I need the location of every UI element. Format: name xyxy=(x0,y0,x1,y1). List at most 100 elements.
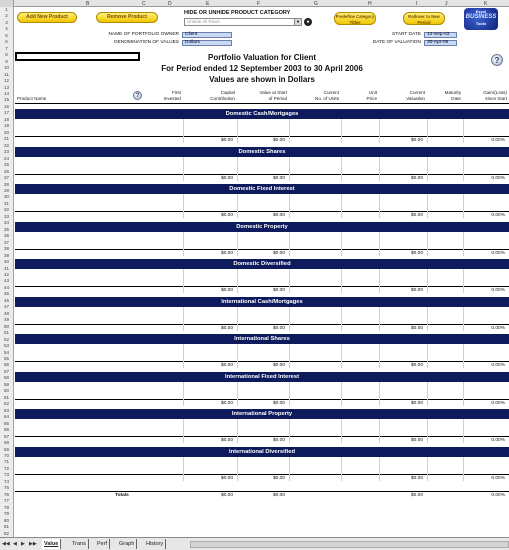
column-gridline xyxy=(289,269,290,293)
subtotal-gain: 0.00% xyxy=(491,475,505,481)
section-header: Domestic Cash/Mortgages xyxy=(15,109,509,119)
category-select[interactable]: Unhide All Rows ▼ xyxy=(184,18,302,26)
subtotal-capital: $0.00 xyxy=(220,475,233,481)
subtotal-start: $0.00 xyxy=(272,138,285,143)
subtotal-capital: $0.00 xyxy=(220,175,233,181)
chevron-down-icon[interactable]: ▼ xyxy=(294,19,301,25)
column-gridline xyxy=(183,344,184,368)
header-valuation-l2: Valuation xyxy=(406,95,425,101)
subtotal-start: $0.00 xyxy=(272,363,285,368)
horizontal-scrollbar[interactable] xyxy=(190,541,509,548)
column-gridline xyxy=(427,419,428,443)
first-sheet-icon[interactable]: ◀◀ xyxy=(2,541,10,547)
owner-label: NAME OF PORTFOLIO OWNER xyxy=(108,32,179,37)
next-sheet-icon[interactable]: ▶ xyxy=(21,541,25,547)
logo-line-3: Tools xyxy=(475,21,487,26)
logo-line-2: BUSINESS xyxy=(465,14,497,20)
section-header: International Cash/Mortgages xyxy=(15,296,509,307)
subtotal-gain: 0.00% xyxy=(491,400,505,406)
column-gridline xyxy=(237,119,238,143)
tab-perf[interactable]: Perf xyxy=(95,539,111,549)
section-header: International Shares xyxy=(15,334,509,344)
column-gridline xyxy=(237,269,238,293)
column-gridline xyxy=(289,306,290,331)
help-icon[interactable]: ? xyxy=(133,91,142,100)
valuation-date-label: DATE OF VALUATION xyxy=(372,40,421,45)
subtotal-gain: 0.00% xyxy=(491,325,505,331)
predefine-category-titles-button[interactable]: Predefine Category Titles xyxy=(334,12,376,25)
subtotal-start: $0.00 xyxy=(272,175,285,181)
subtotal-gain: 0.00% xyxy=(491,438,505,443)
column-gridline xyxy=(237,194,238,218)
column-gridline xyxy=(237,231,238,256)
valuation-date-input[interactable]: 30-Apr-06 xyxy=(424,40,457,46)
header-current-valuation: Current Valuation xyxy=(379,90,425,101)
column-gridline xyxy=(183,269,184,293)
remove-product-button[interactable]: Remove Product xyxy=(96,12,158,23)
worksheet[interactable]: Add New Product Remove Product HIDE OR U… xyxy=(15,7,509,537)
hide-category-label: HIDE OR UNHIDE PRODUCT CATEGORY xyxy=(184,10,291,16)
start-date-input[interactable]: 12-Sep-03 xyxy=(424,32,457,38)
subtotal-start: $0.00 xyxy=(272,438,285,443)
owner-input[interactable]: Client xyxy=(182,32,232,38)
column-gridline xyxy=(379,381,380,406)
report-period: For Period ended 12 September 2003 to 30… xyxy=(161,64,363,73)
add-product-button[interactable]: Add New Product xyxy=(17,12,77,23)
section-subtotal-row: $0.00 $0.00 $0.00 0.00% xyxy=(15,398,509,406)
prev-sheet-icon[interactable]: ◀ xyxy=(13,541,17,547)
subtotal-start: $0.00 xyxy=(272,250,285,256)
select-all-corner[interactable] xyxy=(0,0,14,7)
column-gridline xyxy=(341,269,342,293)
subtotal-capital: $0.00 xyxy=(220,363,233,368)
column-gridline xyxy=(289,231,290,256)
column-gridline xyxy=(379,119,380,143)
column-gridline xyxy=(463,381,464,406)
subtotal-valuation: $0.00 xyxy=(410,325,423,331)
column-gridline xyxy=(183,381,184,406)
help-icon[interactable]: ? xyxy=(491,54,503,66)
header-maturity-date: Maturity Date xyxy=(427,90,461,101)
denomination-input[interactable]: Dollars xyxy=(182,40,232,46)
header-capital-l2: Contribution xyxy=(210,95,235,101)
tab-trans[interactable]: Trans xyxy=(70,539,89,549)
section-header: International Fixed Interest xyxy=(15,371,509,382)
column-gridline xyxy=(237,456,238,481)
tab-history[interactable]: History xyxy=(144,539,167,549)
section-header: Domestic Fixed Interest xyxy=(15,184,509,194)
column-gridline xyxy=(463,306,464,331)
subtotal-valuation: $0.00 xyxy=(410,288,423,293)
tab-value[interactable]: Value xyxy=(42,539,62,549)
section-header: Domestic Diversified xyxy=(15,259,509,269)
excel-business-tools-logo: Excel BUSINESS Tools xyxy=(464,8,498,30)
tab-graph[interactable]: Graph xyxy=(117,539,138,549)
header-unit-price: Unit Price xyxy=(341,90,377,101)
column-gridline xyxy=(237,381,238,406)
column-gridline xyxy=(427,194,428,218)
column-gridline xyxy=(379,156,380,181)
row-number-gutter: 1 2 3 4 5 6 7 8 9 10 11 12 13 14 15 16 17 18 19 20 21 22 23 24 2… xyxy=(0,7,14,537)
column-gridline xyxy=(463,194,464,218)
subtotal-gain: 0.00% xyxy=(491,138,505,143)
rollover-period-button[interactable]: Rollover to New Period xyxy=(403,12,445,25)
column-gridline xyxy=(341,344,342,368)
column-gridline xyxy=(463,456,464,481)
category-select-value: Unhide All Rows xyxy=(187,19,220,24)
report-currency: Values are shown in Dollars xyxy=(209,75,315,84)
column-gridline xyxy=(341,456,342,481)
column-gridline xyxy=(463,419,464,443)
header-value-start-l2: of Period xyxy=(268,95,287,101)
apply-category-button[interactable]: ● xyxy=(304,18,312,26)
section-subtotal-row: $0.00 $0.00 $0.00 0.00% xyxy=(15,173,509,181)
column-gridline xyxy=(341,419,342,443)
header-first-invested-l2: Invested xyxy=(163,95,181,101)
column-gridline xyxy=(183,231,184,256)
subtotal-valuation: $0.00 xyxy=(410,213,423,218)
section-subtotal-row: $0.00 $0.00 $0.00 0.00% xyxy=(15,323,509,331)
totals-valuation: $0.00 xyxy=(410,493,423,498)
totals-gain: 0.00% xyxy=(491,493,505,498)
subtotal-gain: 0.00% xyxy=(491,213,505,218)
subtotal-start: $0.00 xyxy=(272,400,285,406)
last-sheet-icon[interactable]: ▶▶ xyxy=(29,541,37,547)
column-gridline xyxy=(427,381,428,406)
column-gridline xyxy=(237,306,238,331)
